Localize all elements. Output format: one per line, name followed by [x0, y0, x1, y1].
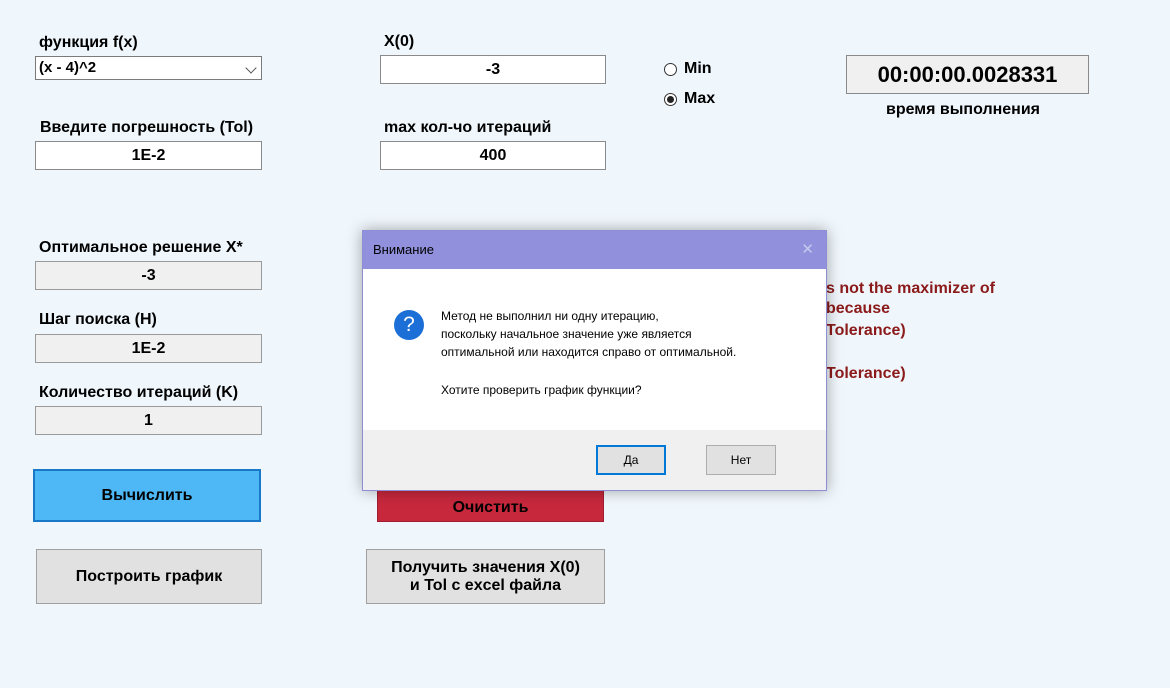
function-label: функция f(x) — [39, 34, 138, 51]
dialog-question: Хотите проверить график функции? — [441, 383, 642, 397]
dialog-message-line2: поскольку начальное значение уже являетс… — [441, 327, 692, 341]
execution-time-display: 00:00:00.0028331 — [846, 55, 1089, 94]
tolerance-input[interactable]: 1E-2 — [35, 141, 262, 170]
close-icon[interactable]: ✕ — [801, 231, 814, 269]
load-excel-line2: и Tol с excel файла — [409, 576, 562, 594]
max-iterations-input[interactable]: 400 — [380, 141, 606, 170]
plot-button[interactable]: Построить график — [36, 549, 262, 604]
warning-dialog: Внимание ✕ ? Метод не выполнил ни одну и… — [362, 230, 827, 491]
calculate-button[interactable]: Вычислить — [33, 469, 261, 522]
radio-max-indicator[interactable] — [664, 92, 677, 106]
function-select-value: (x - 4)^2 — [39, 59, 97, 76]
iterations-count-output: 1 — [35, 406, 262, 435]
dialog-footer: Да Нет — [363, 430, 826, 490]
radio-min-label: Min — [684, 60, 712, 77]
load-excel-line1: Получить значения X(0) — [391, 558, 580, 576]
max-iterations-label: max кол-чо итераций — [384, 119, 552, 136]
error-message-line4: Tolerance) — [826, 365, 906, 382]
error-message-line2: because — [826, 300, 891, 317]
tolerance-label: Введите погрешность (Tol) — [40, 119, 254, 136]
x0-label: X(0) — [384, 33, 415, 50]
radio-min-indicator[interactable] — [664, 62, 677, 76]
load-excel-button[interactable]: Получить значения X(0) и Tol с excel фай… — [366, 549, 605, 604]
error-message-line1: s not the maximizer of — [826, 280, 995, 297]
execution-time-label: время выполнения — [886, 101, 1041, 118]
dialog-title-bar[interactable]: Внимание ✕ — [363, 231, 826, 269]
radio-min[interactable]: Min — [664, 60, 712, 78]
radio-max[interactable]: Max — [664, 90, 715, 108]
dialog-title: Внимание — [373, 242, 434, 257]
search-step-label: Шаг поиска (H) — [39, 311, 157, 328]
function-select[interactable]: (x - 4)^2 — [35, 56, 262, 80]
dialog-message-line1: Метод не выполнил ни одну итерацию, — [441, 309, 659, 323]
no-button[interactable]: Нет — [706, 445, 776, 475]
dialog-message: Метод не выполнил ни одну итерацию, поск… — [441, 307, 811, 361]
question-icon: ? — [394, 310, 424, 340]
radio-max-label: Max — [684, 90, 716, 107]
optimal-solution-label: Оптимальное решение X* — [39, 239, 243, 256]
yes-button[interactable]: Да — [596, 445, 666, 475]
search-step-output: 1E-2 — [35, 334, 262, 363]
x0-input[interactable]: -3 — [380, 55, 606, 84]
chevron-down-icon[interactable] — [245, 62, 257, 74]
dialog-message-line3: оптимальной или находится справо от опти… — [441, 345, 737, 359]
error-message-line3: Tolerance) — [826, 322, 906, 339]
optimal-solution-output: -3 — [35, 261, 262, 290]
iterations-count-label: Количество итераций (K) — [39, 384, 239, 401]
